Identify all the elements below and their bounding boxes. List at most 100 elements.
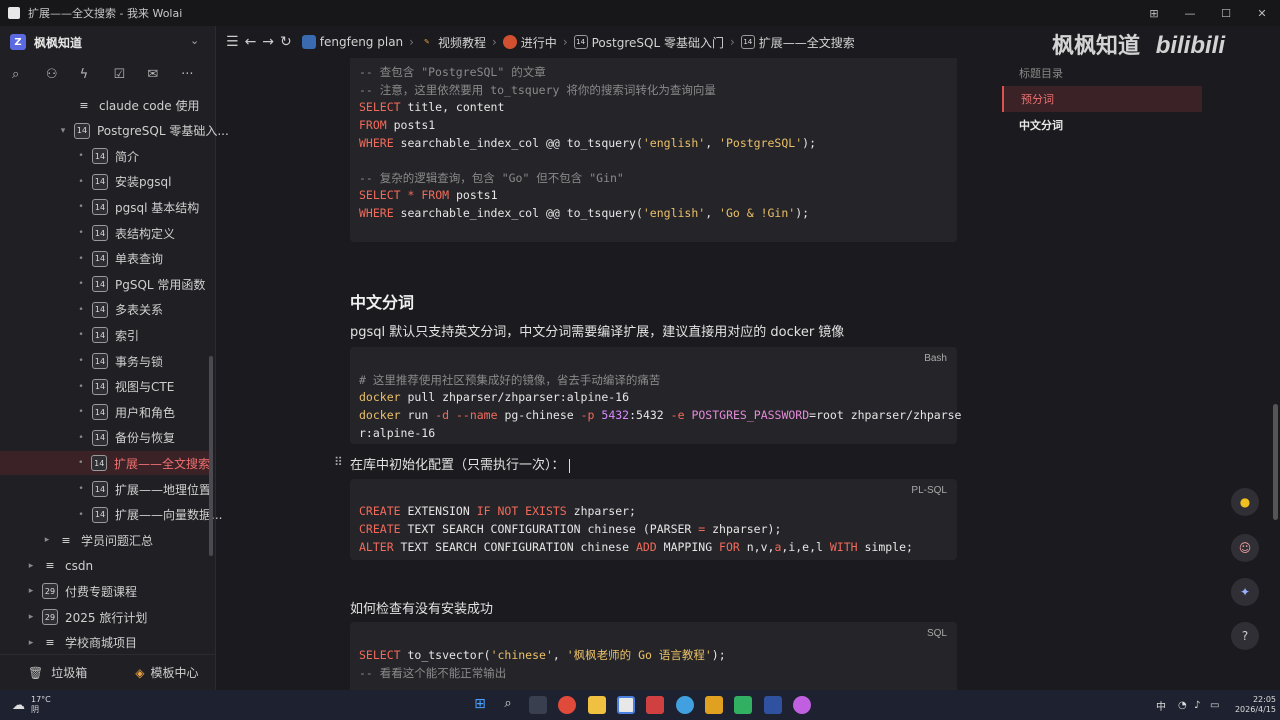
template-icon[interactable]: ◈ <box>135 666 144 680</box>
tree-toggle-icon[interactable]: ▸ <box>24 586 38 596</box>
ime-indicator[interactable]: 中 <box>1156 698 1166 713</box>
tree-toggle-icon[interactable]: • <box>74 433 88 443</box>
battery-icon[interactable]: ▭ <box>1210 700 1219 711</box>
sidebar-item[interactable]: ▸ ≡ csdn <box>24 554 93 578</box>
tree-toggle-icon[interactable]: ▸ <box>24 561 38 571</box>
chevron-down-icon[interactable]: ⌄ <box>190 34 199 47</box>
code-language[interactable]: Bash <box>924 353 947 364</box>
more-icon[interactable]: ··· <box>181 67 215 82</box>
sidebar-item[interactable]: • 14 单表查询 <box>74 247 163 271</box>
app-icon[interactable] <box>793 696 811 714</box>
app-icon[interactable] <box>705 696 723 714</box>
trash-icon[interactable]: 🗑 <box>28 666 43 680</box>
breadcrumb-item[interactable]: PostgreSQL 零基础入门 <box>592 34 724 51</box>
tree-toggle-icon[interactable]: • <box>74 484 88 494</box>
tree-toggle-icon[interactable]: • <box>74 177 88 187</box>
coin-icon[interactable]: ● <box>1231 488 1259 516</box>
code-language[interactable]: SQL <box>927 628 947 639</box>
sidebar-item[interactable]: • 14 PgSQL 常用函数 <box>74 272 205 296</box>
checkbox-icon[interactable]: ☑ <box>113 67 147 82</box>
sidebar-item[interactable]: • 14 安装pgsql <box>74 170 171 194</box>
template-center-button[interactable]: 模板中心 <box>150 664 198 681</box>
sidebar-item[interactable]: ▸ ≡ 学校商城项目 <box>24 631 137 655</box>
app-icon[interactable] <box>676 696 694 714</box>
section-heading[interactable]: 中文分词 <box>350 289 414 313</box>
lightning-icon[interactable]: ϟ <box>80 67 114 82</box>
start-icon[interactable]: ⊞ <box>471 696 489 714</box>
paragraph[interactable]: 如何检查有没有安装成功 <box>350 598 493 617</box>
tree-toggle-icon[interactable]: • <box>74 458 87 468</box>
close-button[interactable]: ✕ <box>1244 0 1280 26</box>
sidebar-item[interactable]: • 14 索引 <box>74 323 139 347</box>
grid-icon[interactable]: ⊞ <box>1136 0 1172 26</box>
code-block[interactable]: SQL SELECT to_tsvector('chinese', '枫枫老师的… <box>350 622 957 690</box>
refresh-icon[interactable]: ↻ <box>280 34 292 50</box>
volume-icon[interactable]: ♪ <box>1194 700 1200 711</box>
tree-toggle-icon[interactable]: • <box>74 228 88 238</box>
minimize-button[interactable]: — <box>1172 0 1208 26</box>
breadcrumb-item[interactable]: 进行中 <box>521 34 557 51</box>
app-icon[interactable] <box>646 696 664 714</box>
workspace-switcher[interactable]: Z 枫枫知道 ⌄ <box>0 26 215 58</box>
back-icon[interactable]: ← <box>245 34 257 50</box>
maximize-button[interactable]: ☐ <box>1208 0 1244 26</box>
tree-toggle-icon[interactable]: ▾ <box>56 126 70 136</box>
graph-icon[interactable]: ⚇ <box>46 67 80 82</box>
forward-icon[interactable]: → <box>262 34 274 50</box>
sidebar-item[interactable]: • 14 事务与锁 <box>74 349 163 373</box>
code-block[interactable]: Bash # 这里推荐使用社区预集成好的镜像，省去手动编译的痛苦 docker … <box>350 347 961 444</box>
sidebar-item[interactable]: ▸ 29 付费专题课程 <box>24 579 137 603</box>
inbox-icon[interactable]: ✉ <box>147 67 181 82</box>
breadcrumb-item[interactable]: 视频教程 <box>438 34 486 51</box>
outline-item[interactable]: 预分词 <box>1002 86 1202 112</box>
search-icon[interactable]: ⌕ <box>12 67 46 82</box>
tree-toggle-icon[interactable]: • <box>74 305 88 315</box>
tree-toggle-icon[interactable]: • <box>74 382 88 392</box>
sidebar-item[interactable]: • 14 备份与恢复 <box>74 426 175 450</box>
tree-toggle-icon[interactable]: ▸ <box>40 535 54 545</box>
sidebar-item[interactable]: • 14 扩展——向量数据... <box>74 503 222 527</box>
trash-button[interactable]: 垃圾箱 <box>51 664 87 681</box>
task-view-icon[interactable] <box>529 696 547 714</box>
clock[interactable]: 22:05 2026/4/15 <box>1228 695 1276 715</box>
code-block[interactable]: -- 查包含 "PostgreSQL" 的文章 -- 注意，这里依然要用 to_… <box>350 58 957 242</box>
app-icon[interactable] <box>734 696 752 714</box>
sidebar-item[interactable]: • 14 视图与CTE <box>74 375 174 399</box>
sidebar-item[interactable]: • 14 用户和角色 <box>74 400 175 424</box>
app-icon[interactable] <box>764 696 782 714</box>
search-taskbar-icon[interactable]: ⌕ <box>499 696 517 714</box>
sidebar-item[interactable]: • 14 表结构定义 <box>74 221 175 245</box>
outline-item-active[interactable]: 中文分词 <box>1002 112 1202 138</box>
tree-toggle-icon[interactable]: ▸ <box>24 612 38 622</box>
paragraph-editing[interactable]: 在库中初始化配置（只需执行一次）： <box>350 454 570 473</box>
tree-toggle-icon[interactable]: • <box>74 330 88 340</box>
chrome-icon[interactable] <box>558 696 576 714</box>
tree-toggle-icon[interactable]: • <box>74 151 88 161</box>
sidebar-item[interactable]: • 14 pgsql 基本结构 <box>74 195 199 219</box>
ai-assistant-icon[interactable]: ✦ <box>1231 578 1259 606</box>
sidebar-item[interactable]: ≡ claude code 使用 <box>58 93 199 117</box>
tree-toggle-icon[interactable]: ▸ <box>24 638 38 648</box>
help-icon[interactable]: ? <box>1231 622 1259 650</box>
sidebar-item[interactable]: ▾ 14 PostgreSQL 零基础入... <box>56 119 229 143</box>
content-scrollbar[interactable] <box>1273 404 1278 520</box>
sidebar-item[interactable]: • 14 简介 <box>74 144 139 168</box>
code-block[interactable]: PL-SQL CREATE EXTENSION IF NOT EXISTS zh… <box>350 479 957 560</box>
breadcrumb-item[interactable]: fengfeng plan <box>320 35 403 49</box>
tree-toggle-icon[interactable]: • <box>74 510 88 520</box>
code-language[interactable]: PL-SQL <box>911 485 947 496</box>
sidebar-item[interactable]: ▸ ≡ 学员问题汇总 <box>40 528 153 552</box>
folder-icon[interactable] <box>588 696 606 714</box>
sidebar-item-active[interactable]: • 14 扩展——全文搜索 <box>0 451 210 476</box>
sidebar-item[interactable]: • 14 扩展——地理位置 <box>74 477 211 501</box>
sidebar-item[interactable]: • 14 多表关系 <box>74 298 163 322</box>
tree-toggle-icon[interactable]: • <box>74 254 88 264</box>
sidebar-item[interactable]: ▸ 29 2025 旅行计划 <box>24 605 147 629</box>
wolai-taskbar-icon[interactable] <box>617 696 635 714</box>
menu-icon[interactable]: ☰ <box>226 34 239 50</box>
paragraph[interactable]: pgsql 默认只支持英文分词，中文分词需要编译扩展，建议直接用对应的 dock… <box>350 321 844 340</box>
breadcrumb-current[interactable]: 扩展——全文搜索 <box>759 34 855 51</box>
drag-handle-icon[interactable]: ⠿ <box>334 455 343 469</box>
wifi-icon[interactable]: ◔ <box>1178 700 1187 711</box>
tree-toggle-icon[interactable]: • <box>74 202 88 212</box>
